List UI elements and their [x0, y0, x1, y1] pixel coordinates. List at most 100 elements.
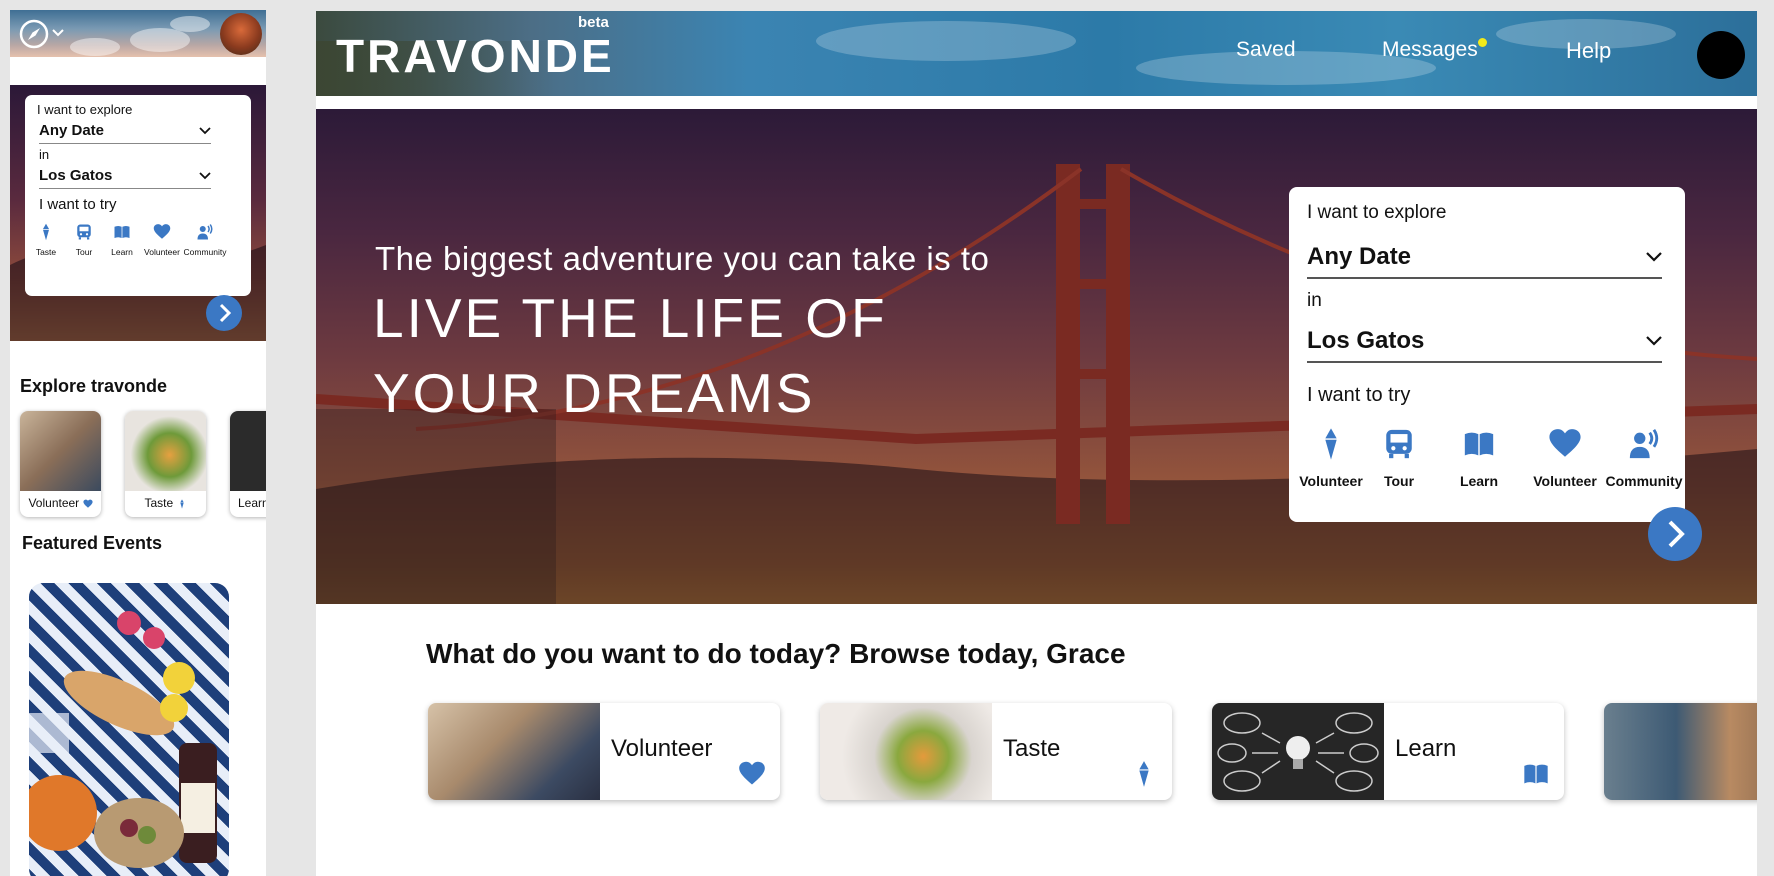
mobile-search-card: I want to explore Any Date in Los Gatos …: [25, 95, 251, 296]
ice-cream-icon: [43, 223, 49, 241]
community-icon: [1629, 429, 1659, 459]
ice-cream-icon: [1139, 761, 1149, 787]
category-taste[interactable]: Taste: [31, 223, 61, 257]
category-label: Tour: [75, 247, 93, 257]
category-label: Community: [183, 247, 227, 257]
hero-headline-line2: YOUR DREAMS: [373, 362, 816, 424]
nav-saved[interactable]: Saved: [1236, 38, 1296, 62]
desktop-page: TRAVONDE beta Saved Messages Help The bi…: [316, 11, 1757, 876]
try-label: I want to try: [1307, 384, 1411, 406]
in-label: in: [1307, 290, 1322, 311]
browse-tile-volunteer[interactable]: Volunteer: [428, 703, 780, 800]
category-volunteer[interactable]: Volunteer: [1297, 427, 1365, 489]
date-select[interactable]: Any Date: [39, 122, 211, 144]
in-label: in: [39, 147, 50, 162]
tile-label: Volunteer: [20, 496, 101, 510]
category-label: Community: [1605, 473, 1683, 489]
location-select[interactable]: Los Gatos: [1307, 327, 1662, 363]
tile-image: [1212, 703, 1384, 800]
date-select[interactable]: Any Date: [1307, 243, 1662, 279]
tile-label: Learn: [238, 496, 266, 510]
category-label: Volunteer: [1533, 473, 1597, 489]
tile-image: [125, 411, 206, 491]
explore-tile-learn[interactable]: Learn: [230, 411, 266, 517]
chevron-right-icon: [219, 303, 232, 323]
explore-label: I want to explore: [37, 102, 133, 117]
category-label: Volunteer: [1299, 473, 1363, 489]
category-learn[interactable]: Learn: [1449, 427, 1509, 489]
section-title: Featured Events: [22, 533, 163, 553]
category-tour[interactable]: Tour: [69, 223, 99, 257]
category-label: Learn: [111, 247, 133, 257]
mobile-preview: I want to explore Any Date in Los Gatos …: [10, 10, 266, 876]
tile-label: Taste: [1003, 735, 1061, 762]
nav-messages[interactable]: Messages: [1382, 38, 1478, 62]
date-value: Any Date: [1307, 243, 1412, 270]
bus-icon: [77, 224, 91, 240]
heart-icon: [739, 761, 765, 785]
heart-icon: [153, 224, 171, 239]
tile-image: [428, 703, 600, 800]
bus-icon: [1386, 429, 1412, 459]
avatar[interactable]: [1697, 31, 1745, 79]
category-volunteer[interactable]: Volunteer: [143, 223, 181, 257]
search-go-button[interactable]: [1648, 507, 1702, 561]
featured-event-image[interactable]: [29, 583, 229, 876]
browse-title: What do you want to do today? Browse tod…: [426, 638, 1126, 669]
tile-label: Taste: [125, 496, 206, 510]
ice-cream-icon: [1325, 428, 1337, 460]
tile-image: [20, 411, 101, 491]
try-label: I want to try: [39, 196, 117, 213]
explore-tile-taste[interactable]: Taste: [125, 411, 206, 517]
tile-image: [230, 411, 266, 491]
hero-tagline: The biggest adventure you can take is to: [375, 240, 990, 277]
avatar[interactable]: [220, 13, 262, 55]
book-icon: [1464, 432, 1494, 456]
browse-tile-learn[interactable]: Learn: [1212, 703, 1564, 800]
hero-headline-line1: LIVE THE LIFE OF: [373, 287, 888, 349]
category-label: Tour: [1383, 473, 1415, 489]
heart-icon: [1549, 429, 1581, 457]
category-community[interactable]: Community: [1605, 427, 1683, 489]
chevron-down-icon: [1646, 252, 1662, 262]
tile-label: Learn: [1395, 735, 1457, 762]
chevron-down-icon: [199, 172, 211, 180]
heart-icon: [82, 499, 93, 508]
category-label: Volunteer: [144, 247, 180, 257]
site-header: TRAVONDE beta Saved Messages Help: [316, 11, 1757, 96]
tile-image: [1604, 703, 1757, 800]
book-icon: [1524, 764, 1548, 784]
tile-label: Volunteer: [611, 735, 713, 762]
location-value: Los Gatos: [1307, 327, 1425, 354]
location-select[interactable]: Los Gatos: [39, 167, 211, 189]
browse-tile-taste[interactable]: Taste: [820, 703, 1172, 800]
date-value: Any Date: [39, 122, 105, 139]
chevron-down-icon: [199, 127, 211, 135]
location-value: Los Gatos: [39, 167, 113, 184]
category-label: Learn: [1459, 473, 1499, 489]
search-go-button[interactable]: [206, 295, 242, 331]
explore-tile-volunteer[interactable]: Volunteer: [20, 411, 101, 517]
beta-badge: beta: [578, 14, 609, 31]
nav-help[interactable]: Help: [1566, 38, 1611, 64]
category-tour[interactable]: Tour: [1369, 427, 1429, 489]
ice-cream-icon: [179, 499, 184, 509]
community-icon: [197, 224, 213, 240]
category-label: Taste: [35, 247, 57, 257]
logo[interactable]: TRAVONDE: [336, 29, 615, 83]
section-title: Explore travonde: [20, 376, 168, 396]
category-volunteer-2[interactable]: Volunteer: [1529, 427, 1601, 489]
chevron-down-icon[interactable]: [52, 28, 64, 38]
chevron-right-icon: [1668, 520, 1685, 548]
notification-dot: [1478, 38, 1487, 47]
search-card: I want to explore Any Date in Los Gatos …: [1289, 187, 1685, 522]
tile-image: [820, 703, 992, 800]
category-learn[interactable]: Learn: [107, 223, 137, 257]
mobile-header: [10, 10, 266, 57]
category-community[interactable]: Community: [183, 223, 227, 257]
chevron-down-icon: [1646, 336, 1662, 346]
explore-label: I want to explore: [1307, 202, 1447, 223]
book-icon: [114, 226, 130, 238]
compass-icon[interactable]: [18, 18, 50, 50]
browse-tile-tour[interactable]: [1604, 703, 1757, 800]
